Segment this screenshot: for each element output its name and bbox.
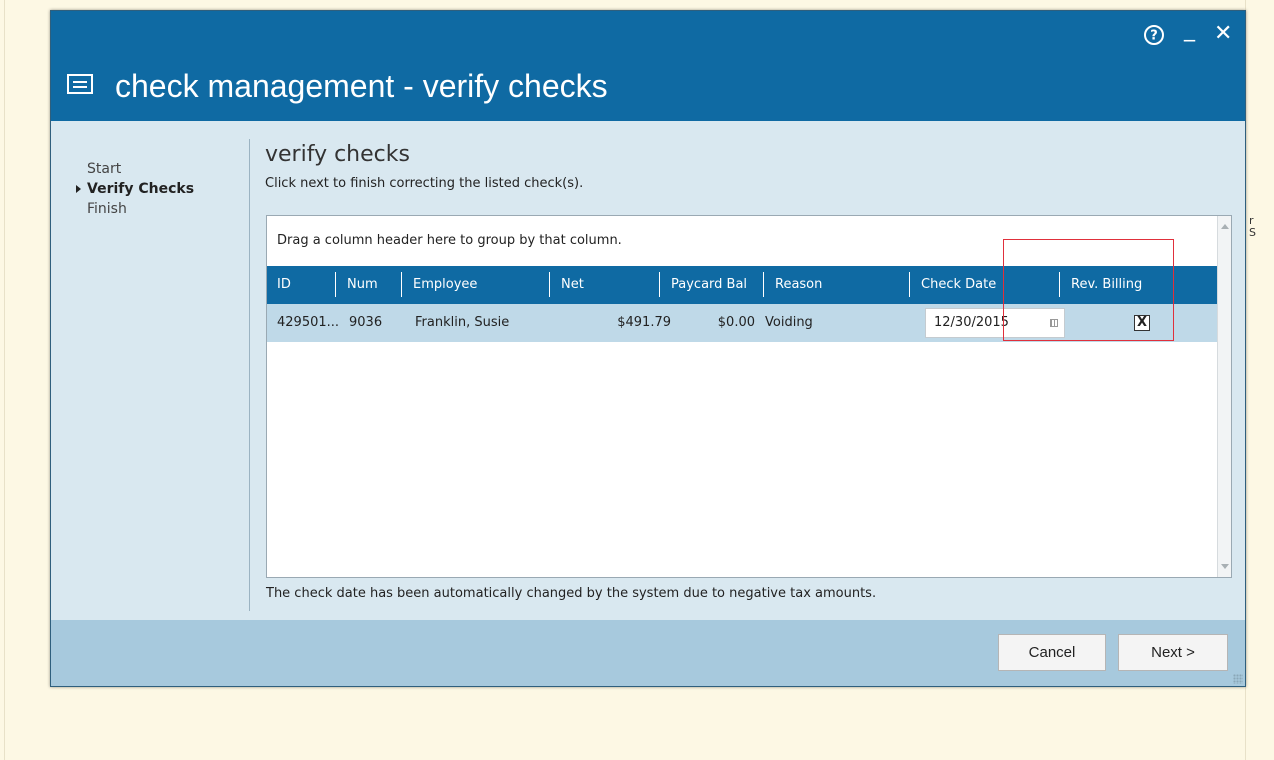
cell-reason: Voiding — [765, 315, 813, 330]
svg-text:?: ? — [1150, 29, 1158, 44]
cell-employee: Franklin, Susie — [415, 315, 510, 330]
cell-net: $491.79 — [617, 315, 671, 330]
wizard-step-label: Verify Checks — [87, 181, 195, 197]
step-instructions: Click next to finish correcting the list… — [265, 176, 584, 191]
table-row[interactable]: 429501... 9036 Franklin, Susie $491.79 $… — [267, 304, 1217, 342]
column-header-reason[interactable]: Reason — [765, 266, 909, 304]
column-header-paycard-bal[interactable]: Paycard Bal — [661, 266, 763, 304]
dialog-footer: Cancel Next > — [51, 620, 1245, 686]
rev-billing-checkbox[interactable]: X — [1134, 315, 1150, 331]
column-separator — [909, 272, 910, 297]
column-separator — [401, 272, 402, 297]
cell-paycard-bal: $0.00 — [717, 315, 755, 330]
column-header-id[interactable]: ID — [267, 266, 335, 304]
background-text-fragment: r S — [1249, 215, 1259, 239]
check-date-picker[interactable]: 12/30/2015 — [925, 308, 1065, 338]
column-header-net[interactable]: Net — [551, 266, 659, 304]
cancel-button[interactable]: Cancel — [998, 634, 1106, 671]
minimize-icon[interactable]: _ — [1184, 17, 1195, 43]
window-title: check management - verify checks — [115, 68, 608, 104]
column-header-check-date[interactable]: Check Date — [911, 266, 1059, 304]
check-date-value: 12/30/2015 — [934, 315, 1009, 330]
wizard-step-start[interactable]: Start — [87, 159, 194, 179]
help-icon[interactable]: ? — [1143, 21, 1165, 53]
checks-grid: Drag a column header here to group by th… — [266, 215, 1232, 578]
close-icon[interactable]: ✕ — [1214, 21, 1232, 47]
column-separator — [549, 272, 550, 297]
column-separator — [763, 272, 764, 297]
grid-header: ID Num Employee Net Paycard Bal Reason C… — [267, 266, 1217, 304]
check-card-icon — [67, 74, 93, 94]
check-management-dialog: ? _ ✕ check management - verify checks S… — [50, 10, 1246, 687]
column-header-employee[interactable]: Employee — [403, 266, 549, 304]
group-by-panel[interactable]: Drag a column header here to group by th… — [267, 216, 1217, 266]
column-separator — [1059, 272, 1060, 297]
column-header-rev-billing[interactable]: Rev. Billing — [1061, 266, 1217, 304]
resize-grip-icon[interactable] — [1233, 674, 1243, 684]
wizard-step-finish[interactable]: Finish — [87, 199, 194, 219]
column-separator — [335, 272, 336, 297]
title-bar: ? _ ✕ check management - verify checks — [51, 11, 1245, 121]
column-separator — [659, 272, 660, 297]
scroll-down-icon[interactable] — [1221, 564, 1229, 569]
cell-id: 429501... — [277, 315, 340, 330]
next-button[interactable]: Next > — [1118, 634, 1228, 671]
help-icon-glyph: ? — [1144, 25, 1164, 45]
column-header-num[interactable]: Num — [337, 266, 401, 304]
wizard-nav: Start Verify Checks Finish — [76, 159, 195, 219]
grid-scrollbar[interactable] — [1217, 216, 1231, 577]
step-heading: verify checks — [265, 142, 410, 167]
cell-num: 9036 — [349, 315, 383, 330]
wizard-step-verify-checks[interactable]: Verify Checks — [76, 179, 195, 199]
scroll-up-icon[interactable] — [1221, 224, 1229, 229]
calendar-icon[interactable] — [1050, 319, 1058, 327]
check-date-note: The check date has been automatically ch… — [266, 586, 877, 601]
current-step-arrow-icon — [76, 185, 81, 193]
background-char: S — [1249, 226, 1256, 239]
nav-divider — [249, 139, 250, 611]
